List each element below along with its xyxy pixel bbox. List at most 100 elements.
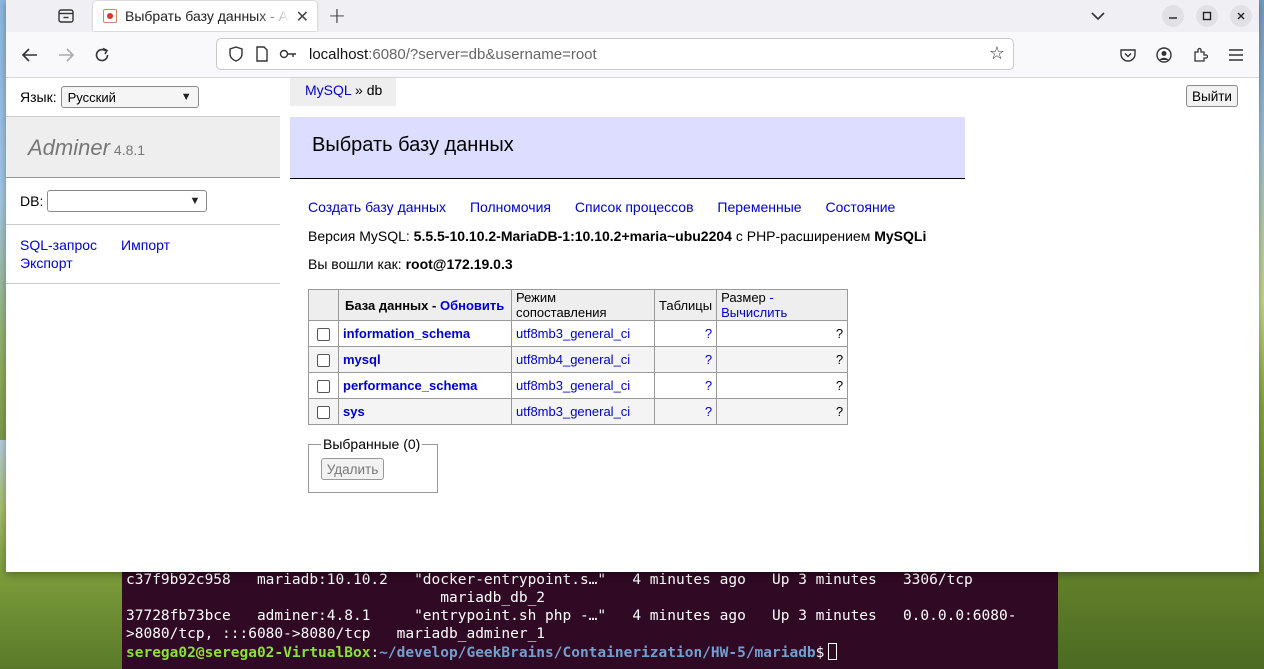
collation-link[interactable]: utf8mb3_general_ci [516, 404, 630, 419]
export-link[interactable]: Экспорт [20, 255, 73, 271]
terminal-window[interactable]: c37f9b92c958 mariadb:10.10.2 "docker-ent… [122, 566, 1058, 669]
adminer-page: Язык: Русский ▼ Выйти Adminer 4.8.1 DB: ▼… [6, 78, 1259, 572]
process-list-link[interactable]: Список процессов [575, 199, 694, 215]
brand-version[interactable]: 4.8.1 [114, 142, 145, 158]
row-checkbox[interactable] [317, 406, 330, 420]
selected-fieldset: Выбранные (0) Удалить [308, 436, 438, 493]
language-select[interactable]: Русский ▼ [60, 86, 199, 108]
logged-in-as: Вы вошли как: root@172.19.0.3 [308, 256, 926, 272]
extensions-icon[interactable] [1188, 43, 1212, 67]
sql-query-link[interactable]: SQL-запрос [20, 237, 97, 253]
chevron-down-icon[interactable] [1088, 5, 1108, 27]
chevron-down-icon: ▼ [180, 91, 192, 103]
logged-prefix: Вы вошли как: [308, 256, 406, 272]
collation-link[interactable]: utf8mb3_general_ci [516, 326, 630, 341]
breadcrumb-mysql-link[interactable]: MySQL [305, 82, 351, 98]
size-cell: ? [716, 398, 849, 425]
selected-legend: Выбранные (0) [323, 436, 421, 452]
refresh-link[interactable]: Обновить [440, 298, 504, 313]
db-select[interactable]: ▼ [47, 190, 208, 212]
column-database: База данных - Обновить [338, 289, 512, 321]
menu-icon[interactable] [1224, 43, 1248, 67]
chevron-down-icon: ▼ [189, 195, 201, 207]
db-label: DB: [20, 193, 44, 209]
tab-list-icon[interactable] [50, 4, 82, 28]
terminal-cursor [828, 643, 838, 660]
maximize-icon[interactable] [1196, 5, 1218, 27]
server-version: Версия MySQL: 5.5.5-10.10.2-MariaDB-1:10… [308, 227, 926, 245]
col-db-label: База данных [345, 297, 429, 313]
back-icon[interactable] [18, 43, 42, 67]
version-ext: MySQLi [874, 228, 927, 244]
navigation-toolbar: localhost:6080/?server=db&username=root … [6, 32, 1259, 78]
import-link[interactable]: Импорт [121, 237, 170, 253]
column-collation[interactable]: Режим сопоставления [511, 289, 655, 321]
table-row: performance_schema utf8mb3_general_ci ? … [308, 372, 849, 399]
prompt-path: ~/develop/GeekBrains/Containerization/HW… [379, 645, 816, 661]
tab-title: Выбрать базу данных - Adminer [125, 8, 290, 24]
privileges-link[interactable]: Полномочия [470, 199, 551, 215]
databases-table: База данных - Обновить Режим сопоставлен… [308, 289, 849, 425]
tables-link[interactable]: ? [705, 404, 712, 419]
version-middle: с PHP-расширением [731, 228, 875, 244]
database-link[interactable]: mysql [343, 352, 381, 367]
prompt-user: serega02@serega02-VirtualBox [126, 645, 371, 661]
browser-window: Выбрать базу данных - Adminer ✕ + [6, 0, 1259, 572]
minimize-icon[interactable] [1162, 5, 1184, 27]
breadcrumb-current: » db [351, 82, 383, 98]
collation-link[interactable]: utf8mb3_general_ci [516, 378, 630, 393]
forward-icon[interactable] [54, 43, 78, 67]
delete-button[interactable]: Удалить [321, 458, 384, 480]
col-size-label: Размер [721, 290, 766, 305]
database-link[interactable]: performance_schema [343, 378, 477, 393]
reload-icon[interactable] [90, 43, 114, 67]
account-icon[interactable] [1152, 43, 1176, 67]
terminal-line: mariadb_db_2 [126, 590, 546, 606]
table-row: information_schema utf8mb3_general_ci ? … [308, 320, 849, 347]
row-checkbox[interactable] [317, 328, 330, 342]
variables-link[interactable]: Переменные [717, 199, 801, 215]
size-cell: ? [716, 346, 849, 373]
column-tables[interactable]: Таблицы [653, 289, 718, 321]
row-checkbox[interactable] [317, 380, 330, 394]
url-text[interactable]: localhost:6080/?server=db&username=root [309, 46, 597, 63]
terminal-line: c37f9b92c958 mariadb:10.10.2 "docker-ent… [126, 572, 973, 588]
page-icon[interactable] [251, 43, 273, 65]
url-host: localhost [309, 45, 369, 63]
tab-bar: Выбрать базу данных - Adminer ✕ + [6, 0, 1259, 32]
star-icon[interactable]: ☆ [989, 43, 1005, 64]
key-icon[interactable] [277, 43, 299, 65]
compute-link[interactable]: Вычислить [721, 305, 787, 320]
tables-link[interactable]: ? [705, 378, 712, 393]
window-close-icon[interactable] [1230, 5, 1252, 27]
pocket-icon[interactable] [1116, 43, 1140, 67]
favicon-icon [103, 9, 117, 23]
language-value: Русский [67, 89, 116, 105]
logged-value: root@172.19.0.3 [405, 256, 513, 272]
version-prefix: Версия MySQL: [308, 228, 414, 244]
col-db-sep: - [428, 297, 440, 313]
terminal-line: 37728fb73bce adminer:4.8.1 "entrypoint.s… [126, 608, 1017, 624]
main-content: Создать базу данных Полномочия Список пр… [308, 199, 926, 272]
table-row: mysql utf8mb4_general_ci ? ? [308, 346, 849, 373]
new-tab-icon[interactable]: + [324, 3, 350, 29]
size-cell: ? [716, 372, 849, 399]
collation-link[interactable]: utf8mb4_general_ci [516, 352, 630, 367]
brand-name[interactable]: Adminer [28, 135, 110, 160]
address-bar[interactable]: localhost:6080/?server=db&username=root … [216, 38, 1014, 70]
column-size: Размер - Вычислить [716, 289, 849, 321]
tables-link[interactable]: ? [705, 326, 712, 341]
action-menu: Создать базу данных Полномочия Список пр… [308, 199, 926, 215]
database-link[interactable]: information_schema [343, 326, 470, 341]
status-link[interactable]: Состояние [825, 199, 895, 215]
language-selector: Язык: Русский ▼ [20, 86, 199, 108]
select-all-header [308, 289, 339, 321]
database-link[interactable]: sys [343, 404, 365, 419]
row-checkbox[interactable] [317, 354, 330, 368]
browser-tab[interactable]: Выбрать базу данных - Adminer ✕ [93, 1, 317, 31]
create-database-link[interactable]: Создать базу данных [308, 199, 446, 215]
logout-button[interactable]: Выйти [1186, 85, 1238, 107]
shield-icon[interactable] [225, 43, 247, 65]
tables-link[interactable]: ? [705, 352, 712, 367]
close-icon[interactable]: ✕ [296, 7, 309, 26]
